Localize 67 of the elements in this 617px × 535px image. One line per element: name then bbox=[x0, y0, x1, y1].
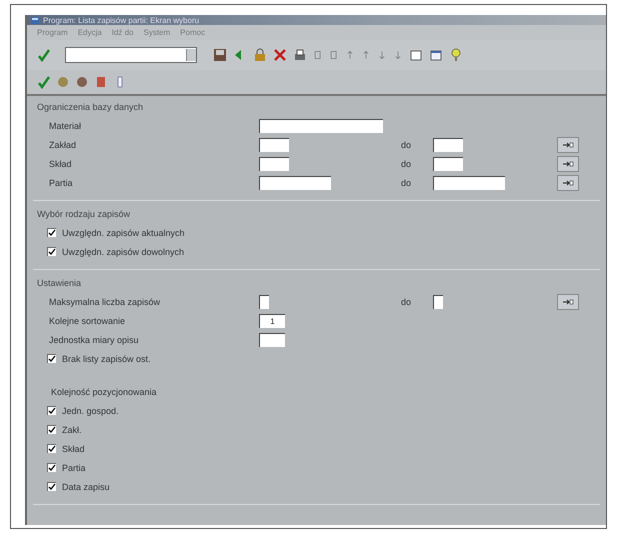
checkbox[interactable] bbox=[47, 444, 56, 453]
input-field[interactable] bbox=[259, 156, 289, 170]
input-field[interactable]: 1 bbox=[259, 314, 285, 328]
checkbox-label: Skład bbox=[62, 444, 85, 454]
checkbox-label: Zakł. bbox=[62, 424, 82, 434]
field-label: Skład bbox=[49, 158, 73, 168]
section-label: Kolejność pozycjonowania bbox=[51, 386, 157, 396]
range-label: do bbox=[401, 178, 412, 188]
multiple-selection-button[interactable] bbox=[557, 294, 579, 310]
group-title: Ustawienia bbox=[37, 278, 82, 288]
checkbox-label: Jedn. gospod. bbox=[62, 406, 119, 416]
input-field[interactable] bbox=[433, 176, 505, 190]
checkbox[interactable] bbox=[47, 228, 56, 237]
app-icon bbox=[31, 16, 39, 24]
field-label: Kolejne sortowanie bbox=[49, 316, 126, 326]
arrow-icon bbox=[562, 298, 574, 306]
checkbox-label: Brak listy zapisów ost. bbox=[62, 354, 151, 364]
menu-item[interactable]: Edycja bbox=[78, 28, 102, 37]
help-icon[interactable] bbox=[449, 48, 463, 62]
checkbox[interactable] bbox=[47, 425, 56, 434]
multiple-selection-button[interactable] bbox=[557, 174, 579, 190]
checkbox[interactable] bbox=[47, 247, 56, 256]
checkbox-label: Uwzględn. zapisów aktualnych bbox=[62, 228, 185, 238]
field-label: Jednostka miary opisu bbox=[49, 334, 140, 344]
save-icon[interactable] bbox=[213, 48, 227, 62]
checkbox[interactable] bbox=[47, 482, 56, 491]
checkbox-label: Data zapisu bbox=[62, 482, 110, 492]
multiple-selection-button[interactable] bbox=[557, 156, 579, 172]
input-field[interactable] bbox=[259, 138, 289, 152]
range-label: do bbox=[401, 296, 412, 306]
new-window-icon[interactable] bbox=[409, 48, 423, 62]
arrow-icon bbox=[562, 160, 574, 168]
command-field[interactable] bbox=[65, 47, 197, 63]
arrow-icon bbox=[562, 178, 574, 186]
field-label: Partia bbox=[49, 178, 74, 188]
checkbox[interactable] bbox=[47, 463, 56, 472]
range-label: do bbox=[401, 158, 412, 168]
menu-item[interactable]: Pomoc bbox=[180, 28, 206, 37]
menu-item[interactable]: Program bbox=[37, 28, 68, 37]
input-field[interactable] bbox=[433, 138, 463, 152]
checkbox[interactable] bbox=[47, 354, 56, 363]
arrow-icon bbox=[562, 140, 574, 148]
group-title: Ograniczenia bazy danych bbox=[37, 102, 144, 112]
input-field[interactable] bbox=[259, 118, 383, 132]
checkbox-label: Uwzględn. zapisów dowolnych bbox=[62, 246, 184, 256]
input-field[interactable] bbox=[433, 294, 443, 308]
lock-icon[interactable] bbox=[253, 48, 267, 62]
input-field[interactable] bbox=[259, 176, 331, 190]
checkbox[interactable] bbox=[47, 406, 56, 415]
multiple-selection-button[interactable] bbox=[557, 136, 579, 152]
input-field[interactable] bbox=[259, 332, 285, 346]
print-icon[interactable] bbox=[293, 48, 307, 62]
menu-item[interactable]: Idź do bbox=[112, 28, 134, 37]
group-title: Wybór rodzaju zapisów bbox=[37, 209, 130, 219]
cancel-icon[interactable] bbox=[273, 48, 287, 62]
field-label: Maksymalna liczba zapisów bbox=[49, 296, 162, 306]
menu-item[interactable]: System bbox=[144, 28, 170, 37]
shortcut-icon[interactable] bbox=[429, 48, 443, 62]
execute-icon[interactable] bbox=[37, 75, 51, 89]
check-icon[interactable] bbox=[37, 48, 51, 62]
field-label: Zakład bbox=[49, 140, 78, 150]
range-label: do bbox=[401, 140, 412, 150]
input-field[interactable] bbox=[433, 156, 463, 170]
input-field[interactable] bbox=[259, 294, 269, 308]
window-title: Program: Lista zapisów partii: Ekran wyboru bbox=[43, 16, 200, 24]
field-label: Materiał bbox=[49, 120, 82, 130]
checkbox-label: Partia bbox=[62, 462, 86, 472]
